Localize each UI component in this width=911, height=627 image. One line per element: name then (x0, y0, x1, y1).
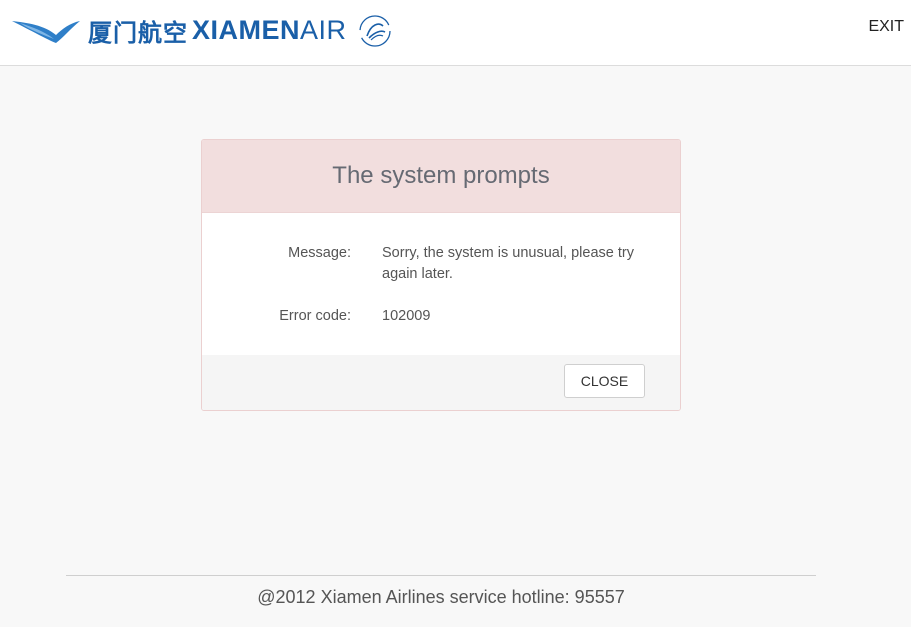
egret-bird-icon (12, 21, 80, 43)
system-prompt-dialog: The system prompts Message: Sorry, the s… (201, 139, 681, 411)
dialog-body: Message: Sorry, the system is unusual, p… (202, 213, 680, 356)
error-code-label: Error code: (279, 308, 351, 324)
message-label: Message: (288, 245, 351, 261)
skyteam-icon (358, 15, 391, 47)
dialog-title: The system prompts (332, 162, 550, 189)
footer-copyright: @2012 Xiamen Airlines service hotline: 9… (257, 587, 625, 607)
message-value: Sorry, the system is unusual, please try… (382, 245, 634, 282)
exit-button[interactable]: EXIT (868, 18, 904, 36)
footer-divider (66, 575, 816, 576)
logo-chinese-text: 厦门航空 (88, 18, 188, 47)
dialog-header: The system prompts (202, 140, 680, 213)
xiamenair-logo[interactable]: 厦门航空 XIAMENAIR (10, 8, 395, 52)
dialog-footer: CLOSE (202, 355, 680, 410)
close-button[interactable]: CLOSE (564, 364, 645, 398)
top-bar: 厦门航空 XIAMENAIR EXIT (0, 0, 911, 66)
logo-english-text: XIAMENAIR (192, 14, 347, 45)
error-code-value: 102009 (382, 308, 431, 324)
